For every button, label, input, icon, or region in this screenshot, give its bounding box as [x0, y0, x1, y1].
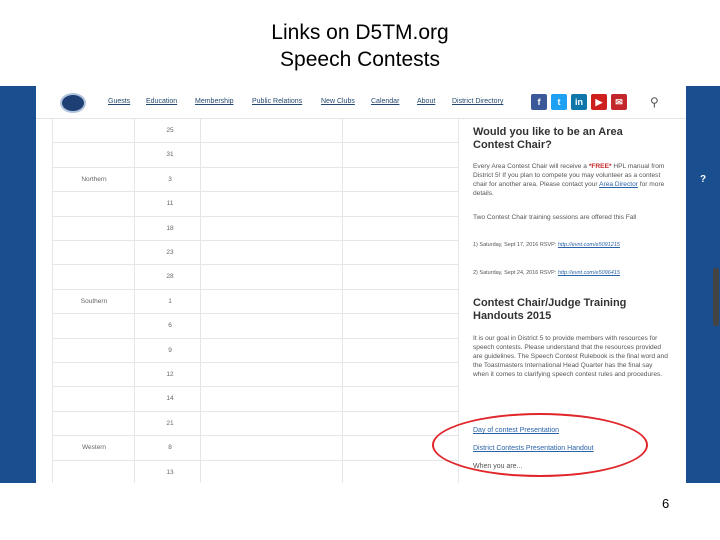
date-cell: 23: [166, 249, 174, 256]
linkedin-icon[interactable]: in: [571, 94, 587, 110]
region-cell: Northern: [81, 175, 107, 183]
area-chair-heading: Would you like to be an Area Contest Cha…: [473, 126, 623, 151]
training-paragraph: It is our goal in District 5 to provide …: [473, 335, 668, 378]
area-director-link[interactable]: Area Director: [599, 181, 638, 188]
date-cell: 18: [166, 224, 174, 232]
rsvp-2: 2) Saturday, Sept 24, 2016 RSVP: http://…: [473, 270, 620, 276]
page-number: 6: [662, 496, 670, 511]
mail-icon[interactable]: ✉: [611, 94, 627, 110]
date-cell: 6: [168, 322, 172, 330]
nav-calendar[interactable]: Calendar: [371, 98, 399, 105]
slide-title-line1: Links on D5TM.org: [271, 21, 449, 44]
date-cell: 28: [166, 273, 174, 281]
nav-district-directory[interactable]: District Directory: [452, 98, 503, 105]
slide-title-line2: Speech Contests: [280, 48, 440, 71]
toastmasters-logo-icon[interactable]: [60, 93, 86, 113]
table-row: 12: [52, 362, 459, 387]
table-row: 9: [52, 337, 459, 363]
training-heading: Contest Chair/Judge Training Handouts 20…: [473, 297, 627, 322]
table-row: Northern 3: [52, 166, 459, 192]
table-row: 28: [52, 264, 459, 289]
region-cell: Southern: [80, 297, 108, 305]
date-cell: 9: [168, 346, 172, 354]
table-row: 11: [52, 191, 459, 216]
date-cell: 3: [168, 175, 172, 183]
date-cell: 1: [168, 297, 172, 305]
highlight-oval: [432, 413, 648, 477]
rsvp-1: 1) Saturday, Sept 17, 2016 RSVP: http://…: [473, 242, 620, 248]
date-cell: 21: [166, 419, 174, 427]
table-row: 21: [52, 410, 459, 436]
date-cell: 14: [166, 395, 174, 403]
top-nav: Guests Education Membership Public Relat…: [36, 86, 686, 119]
date-cell: 12: [166, 371, 174, 378]
free-badge: *FREE*: [588, 163, 612, 170]
table-row: 14: [52, 386, 459, 411]
nav-public-relations[interactable]: Public Relations: [252, 98, 302, 105]
table-row: 6: [52, 313, 459, 338]
training-sessions-text: Two Contest Chair training sessions are …: [473, 214, 637, 221]
date-cell: 25: [166, 127, 174, 134]
table-row: 23: [52, 240, 459, 265]
region-cell: Western: [81, 444, 107, 452]
table-row: 18: [52, 215, 459, 241]
scrollbar[interactable]: [713, 268, 719, 326]
help-icon[interactable]: ?: [700, 174, 706, 185]
nav-about[interactable]: About: [417, 98, 435, 105]
rsvp-2-link[interactable]: http://evnt.com/e5096415: [558, 270, 620, 276]
rsvp-1-link[interactable]: http://evnt.com/e5091215: [558, 242, 620, 248]
nav-membership[interactable]: Membership: [195, 98, 234, 105]
table-row: 13: [52, 459, 459, 483]
nav-education[interactable]: Education: [146, 98, 177, 105]
search-icon[interactable]: ⚲: [650, 95, 659, 109]
nav-guests[interactable]: Guests: [108, 98, 130, 105]
table-row: 31: [52, 142, 459, 167]
date-cell: 13: [166, 468, 174, 476]
nav-new-clubs[interactable]: New Clubs: [321, 98, 355, 105]
contest-table: 25 31 Northern 3 11 18 23 28 Southern 1 6 9 12 14 21 We…: [52, 118, 459, 483]
area-chair-paragraph: Every Area Contest Chair will receive a …: [473, 163, 665, 197]
table-row: Southern 1: [52, 288, 459, 314]
youtube-icon[interactable]: ▶: [591, 94, 607, 110]
date-cell: 8: [168, 444, 172, 452]
twitter-icon[interactable]: t: [551, 94, 567, 110]
date-cell: 11: [166, 200, 174, 208]
table-row: 25: [52, 118, 459, 143]
table-row: Western 8: [52, 435, 459, 460]
facebook-icon[interactable]: f: [531, 94, 547, 110]
date-cell: 31: [166, 151, 174, 159]
